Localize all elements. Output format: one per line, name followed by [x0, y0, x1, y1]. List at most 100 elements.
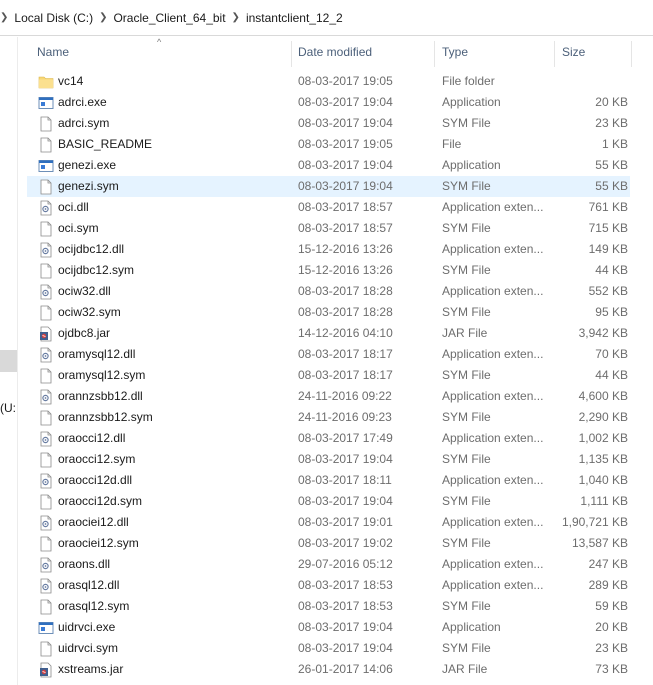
nav-drive-label[interactable]: (U:	[0, 401, 16, 415]
dll-icon	[38, 578, 54, 594]
chevron-right-icon[interactable]: ❯	[226, 12, 246, 23]
file-type: Application exten...	[442, 515, 544, 529]
file-date-modified: 08-03-2017 19:04	[298, 179, 393, 193]
file-date-modified: 15-12-2016 13:26	[298, 263, 393, 277]
file-name: ociw32.sym	[58, 305, 121, 319]
file-name: ociw32.dll	[58, 284, 111, 298]
file-row[interactable]: oraociei12.dll 08-03-2017 19:01 Applicatio…	[27, 512, 630, 533]
file-icon	[38, 305, 54, 321]
file-row[interactable]: oraocci12d.sym 08-03-2017 19:04 SYM File 1,…	[27, 491, 630, 512]
dll-icon	[38, 557, 54, 573]
file-row[interactable]: ojdbc8.jar 14-12-2016 04:10 JAR File 3,942 …	[27, 323, 630, 344]
file-size: 289 KB	[588, 578, 628, 592]
file-icon	[38, 494, 54, 510]
file-date-modified: 08-03-2017 19:02	[298, 536, 393, 550]
jar-icon	[38, 662, 54, 678]
column-header-type[interactable]: Type	[432, 37, 554, 67]
file-name: oci.sym	[58, 221, 99, 235]
file-name: adrci.sym	[58, 116, 110, 130]
file-name: xstreams.jar	[58, 662, 124, 676]
file-icon	[38, 599, 54, 615]
file-size: 552 KB	[588, 284, 628, 298]
file-type: SYM File	[442, 452, 491, 466]
address-bar[interactable]: ❯ Local Disk (C:) ❯ Oracle_Client_64_bit…	[0, 0, 653, 36]
file-icon	[38, 452, 54, 468]
file-date-modified: 24-11-2016 09:23	[298, 410, 392, 424]
file-row[interactable]: oraocci12.dll 08-03-2017 17:49 Application…	[27, 428, 630, 449]
file-row[interactable]: orasql12.sym 08-03-2017 18:53 SYM File 59 K…	[27, 596, 630, 617]
file-row[interactable]: BASIC_README 08-03-2017 19:05 File 1 KB	[27, 134, 630, 155]
breadcrumb-item-local-disk[interactable]: Local Disk (C:)	[14, 11, 93, 25]
file-row[interactable]: oramysql12.sym 08-03-2017 18:17 SYM File 44…	[27, 365, 630, 386]
file-size: 1,135 KB	[578, 452, 628, 466]
file-date-modified: 08-03-2017 18:57	[298, 200, 393, 214]
file-type: Application	[442, 620, 501, 634]
file-size: 44 KB	[595, 263, 628, 277]
file-type: SYM File	[442, 599, 491, 613]
file-row[interactable]: uidrvci.exe 08-03-2017 19:04 Application 20…	[27, 617, 630, 638]
file-date-modified: 08-03-2017 19:04	[298, 620, 393, 634]
column-header-row: Name Date modified Type Size	[27, 37, 653, 67]
file-row[interactable]: ocijdbc12.dll 15-12-2016 13:26 Application…	[27, 239, 630, 260]
file-row[interactable]: oraociei12.sym 08-03-2017 19:02 SYM File 13…	[27, 533, 630, 554]
file-icon	[38, 137, 54, 153]
file-row[interactable]: oci.dll 08-03-2017 18:57 Application exten…	[27, 197, 630, 218]
file-name: adrci.exe	[58, 95, 107, 109]
file-row[interactable]: xstreams.jar 26-01-2017 14:06 JAR File 73 K…	[27, 659, 630, 680]
file-row[interactable]: adrci.sym 08-03-2017 19:04 SYM File 23 KB	[27, 113, 630, 134]
file-row[interactable]: adrci.exe 08-03-2017 19:04 Application 20 K…	[27, 92, 630, 113]
file-date-modified: 26-01-2017 14:06	[298, 662, 393, 676]
file-size: 247 KB	[588, 557, 628, 571]
file-date-modified: 08-03-2017 18:28	[298, 305, 393, 319]
file-row[interactable]: vc14 08-03-2017 19:05 File folder	[27, 71, 630, 92]
file-name: orasql12.sym	[58, 599, 130, 613]
file-name: genezi.exe	[58, 158, 117, 172]
breadcrumb-item-instantclient[interactable]: instantclient_12_2	[246, 11, 343, 25]
file-row[interactable]: oraocci12d.dll 08-03-2017 18:11 Applicatio…	[27, 470, 630, 491]
file-name: orannzsbb12.sym	[58, 410, 153, 424]
file-row[interactable]: genezi.sym 08-03-2017 19:04 SYM File 55 KB	[27, 176, 630, 197]
file-date-modified: 08-03-2017 19:05	[298, 74, 393, 88]
dll-icon	[38, 515, 54, 531]
column-header-size[interactable]: Size	[552, 37, 632, 67]
column-divider[interactable]	[631, 41, 632, 67]
file-row[interactable]: oramysql12.dll 08-03-2017 18:17 Applicatio…	[27, 344, 630, 365]
file-row[interactable]: orannzsbb12.sym 24-11-2016 09:23 SYM File 2…	[27, 407, 630, 428]
navigation-pane[interactable]: (U:	[0, 37, 18, 685]
nav-selected-item[interactable]	[0, 350, 17, 372]
exe-icon	[38, 620, 54, 636]
file-row[interactable]: genezi.exe 08-03-2017 19:04 Application 55 …	[27, 155, 630, 176]
chevron-right-icon[interactable]: ❯	[93, 12, 113, 23]
breadcrumb-item-oracle-client[interactable]: Oracle_Client_64_bit	[113, 11, 225, 25]
file-row[interactable]: ociw32.dll 08-03-2017 18:28 Application ex…	[27, 281, 630, 302]
file-size: 59 KB	[595, 599, 628, 613]
file-date-modified: 08-03-2017 18:17	[298, 347, 393, 361]
file-row[interactable]: oci.sym 08-03-2017 18:57 SYM File 715 KB	[27, 218, 630, 239]
file-icon	[38, 221, 54, 237]
file-type: Application	[442, 95, 501, 109]
file-icon	[38, 641, 54, 657]
file-size: 23 KB	[595, 116, 628, 130]
file-row[interactable]: oraons.dll 29-07-2016 05:12 Application ex…	[27, 554, 630, 575]
file-name: oci.dll	[58, 200, 89, 214]
column-header-name[interactable]: Name	[27, 37, 291, 67]
file-row[interactable]: uidrvci.sym 08-03-2017 19:04 SYM File 23 KB	[27, 638, 630, 659]
file-row[interactable]: ociw32.sym 08-03-2017 18:28 SYM File 95 KB	[27, 302, 630, 323]
file-icon	[38, 410, 54, 426]
file-row[interactable]: orannzsbb12.dll 24-11-2016 09:22 Applicati…	[27, 386, 630, 407]
file-row[interactable]: oraocci12.sym 08-03-2017 19:04 SYM File 1,1…	[27, 449, 630, 470]
chevron-right-icon[interactable]: ❯	[0, 12, 14, 23]
file-date-modified: 24-11-2016 09:22	[298, 389, 392, 403]
file-name: oraocci12d.sym	[58, 494, 143, 508]
file-size: 95 KB	[595, 305, 628, 319]
dll-icon	[38, 431, 54, 447]
file-type: SYM File	[442, 221, 491, 235]
vertical-scrollbar[interactable]	[634, 37, 653, 685]
file-row[interactable]: orasql12.dll 08-03-2017 18:53 Application …	[27, 575, 630, 596]
file-date-modified: 15-12-2016 13:26	[298, 242, 393, 256]
file-row[interactable]: ocijdbc12.sym 15-12-2016 13:26 SYM File 44 …	[27, 260, 630, 281]
file-date-modified: 08-03-2017 18:53	[298, 599, 393, 613]
file-size: 55 KB	[595, 179, 628, 193]
column-header-date[interactable]: Date modified	[288, 37, 434, 67]
file-type: File	[442, 137, 462, 151]
